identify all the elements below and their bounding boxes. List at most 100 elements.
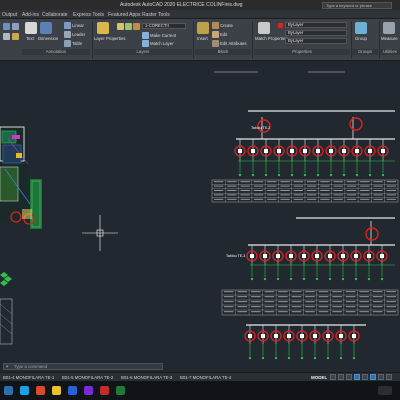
color-select[interactable]: ByLayer bbox=[285, 22, 347, 28]
insert-button[interactable]: Insert bbox=[197, 36, 208, 41]
panel-divider bbox=[193, 21, 194, 59]
layout-tab-b01-7[interactable]: B01-7 MONOFILARA TE-4 bbox=[180, 375, 231, 380]
table-cell bbox=[293, 185, 303, 187]
current-layer-select[interactable]: 1-CORECTII bbox=[142, 23, 186, 29]
breaker-symbol bbox=[303, 149, 307, 153]
tab-output[interactable]: Output bbox=[2, 12, 17, 18]
ribbon-panel: Text Dimension Linear Leader Table Annot… bbox=[0, 19, 400, 61]
edit-button[interactable]: Edit bbox=[220, 32, 227, 37]
circuit-node bbox=[355, 173, 359, 177]
tab-express-tools[interactable]: Express Tools bbox=[73, 12, 104, 18]
match-properties-button[interactable]: Match Properties bbox=[255, 36, 287, 41]
tab-collaborate[interactable]: Collaborate bbox=[42, 12, 68, 18]
command-line-input[interactable]: × Type a command bbox=[3, 363, 163, 370]
measure-button[interactable]: Measure bbox=[381, 36, 398, 41]
excel-icon[interactable] bbox=[116, 386, 125, 395]
layer-lock-icon[interactable] bbox=[133, 23, 140, 30]
circuit-node bbox=[248, 356, 252, 360]
make-current-button[interactable]: Make Current bbox=[150, 33, 176, 38]
customize-icon[interactable] bbox=[386, 374, 392, 380]
office-icon[interactable] bbox=[36, 386, 45, 395]
breaker-symbol bbox=[274, 334, 278, 338]
table-cell bbox=[278, 301, 288, 303]
breaker-symbol bbox=[328, 254, 332, 258]
insert-block-icon[interactable] bbox=[197, 22, 209, 34]
table-cell bbox=[253, 190, 264, 191]
match-layer-button[interactable]: Match Layer bbox=[150, 41, 174, 46]
grid-toggle-icon[interactable] bbox=[330, 374, 336, 380]
tab-featured-apps[interactable]: Featured Apps bbox=[108, 12, 141, 18]
start-icon[interactable] bbox=[4, 386, 13, 395]
lineweight-select[interactable]: ByLayer bbox=[285, 38, 347, 44]
match-properties-icon[interactable] bbox=[258, 22, 270, 34]
linetype-select[interactable]: ByLayer bbox=[285, 30, 347, 36]
table-cell bbox=[373, 185, 383, 187]
otrack-toggle-icon[interactable] bbox=[370, 374, 376, 380]
autocad-icon[interactable] bbox=[100, 386, 109, 395]
table-cell bbox=[360, 185, 370, 187]
leader-button[interactable]: Leader bbox=[72, 32, 85, 37]
drawing-canvas[interactable]: Tablou TE-2 Tablou TE-3 bbox=[0, 69, 400, 366]
table-cell bbox=[240, 185, 250, 187]
layer-properties-button[interactable]: Layer Properties bbox=[94, 36, 126, 41]
table-cell bbox=[345, 291, 356, 293]
snap-toggle-icon[interactable] bbox=[338, 374, 344, 380]
measure-icon[interactable] bbox=[383, 22, 395, 34]
word-icon[interactable] bbox=[68, 386, 77, 395]
create-button[interactable]: Create bbox=[220, 23, 233, 28]
search-input[interactable]: Type a keyword or phrase bbox=[322, 2, 392, 9]
text-button[interactable]: Text bbox=[26, 36, 34, 41]
edit-attributes-button[interactable]: Edit Attributes bbox=[220, 41, 247, 46]
table-cell bbox=[320, 185, 330, 187]
linear-button[interactable]: Linear bbox=[72, 23, 84, 28]
ortho-toggle-icon[interactable] bbox=[346, 374, 352, 380]
layout-tab-b01-4[interactable]: B01-4 MONOFILARA TE-1 bbox=[3, 375, 54, 380]
group-button[interactable]: Group bbox=[355, 36, 367, 41]
table-cell bbox=[264, 306, 275, 308]
tab-add-ins[interactable]: Add-ins bbox=[22, 12, 39, 18]
annotation-scale-icon[interactable] bbox=[378, 374, 384, 380]
make-current-icon bbox=[142, 32, 149, 39]
move-icon[interactable] bbox=[3, 33, 10, 40]
model-space-toggle[interactable]: MODEL bbox=[311, 375, 327, 380]
dimension-icon[interactable] bbox=[40, 22, 52, 34]
circle-icon[interactable] bbox=[12, 23, 19, 30]
table-cell bbox=[214, 185, 224, 187]
table-cell bbox=[318, 301, 329, 303]
layout-tab-b01-6[interactable]: B01-6 MONOFILARA TE-3 bbox=[121, 375, 172, 380]
command-placeholder: Type a command bbox=[14, 364, 47, 369]
table-cell bbox=[373, 198, 383, 200]
breaker-symbol bbox=[315, 254, 319, 258]
table-cell bbox=[318, 296, 329, 298]
layer-properties-icon[interactable] bbox=[97, 22, 109, 34]
polar-toggle-icon[interactable] bbox=[354, 374, 360, 380]
table-cell bbox=[386, 198, 396, 200]
breaker-symbol bbox=[250, 254, 254, 258]
group-icon[interactable] bbox=[355, 22, 367, 34]
file-explorer-icon[interactable] bbox=[52, 386, 61, 395]
app-icon[interactable] bbox=[84, 386, 93, 395]
layer-state-icon[interactable] bbox=[117, 23, 124, 30]
close-icon[interactable]: × bbox=[6, 364, 9, 369]
layer-freeze-icon[interactable] bbox=[125, 23, 132, 30]
edge-icon[interactable] bbox=[20, 386, 29, 395]
table-cell bbox=[251, 306, 261, 308]
text-icon[interactable] bbox=[25, 22, 37, 34]
circuit-node bbox=[250, 277, 254, 281]
breaker-symbol bbox=[326, 334, 330, 338]
polyline-icon[interactable] bbox=[3, 23, 10, 30]
table-cell bbox=[373, 190, 383, 191]
panel-label-groups: Groups bbox=[352, 49, 378, 55]
schematic-panel-te4 bbox=[244, 324, 366, 360]
tab-raster-tools[interactable]: Raster Tools bbox=[142, 12, 170, 18]
hatch-area bbox=[0, 272, 13, 345]
table-cell bbox=[320, 181, 330, 183]
osnap-toggle-icon[interactable] bbox=[362, 374, 368, 380]
dimension-button[interactable]: Dimension bbox=[38, 36, 58, 41]
circuit-node bbox=[289, 277, 293, 281]
table-button[interactable]: Table bbox=[72, 41, 82, 46]
breaker-symbol bbox=[302, 254, 306, 258]
breaker-symbol bbox=[352, 334, 356, 338]
layout-tab-b01-5[interactable]: B01-5 MONOFILARA TE-2 bbox=[62, 375, 113, 380]
copy-icon[interactable] bbox=[12, 33, 19, 40]
